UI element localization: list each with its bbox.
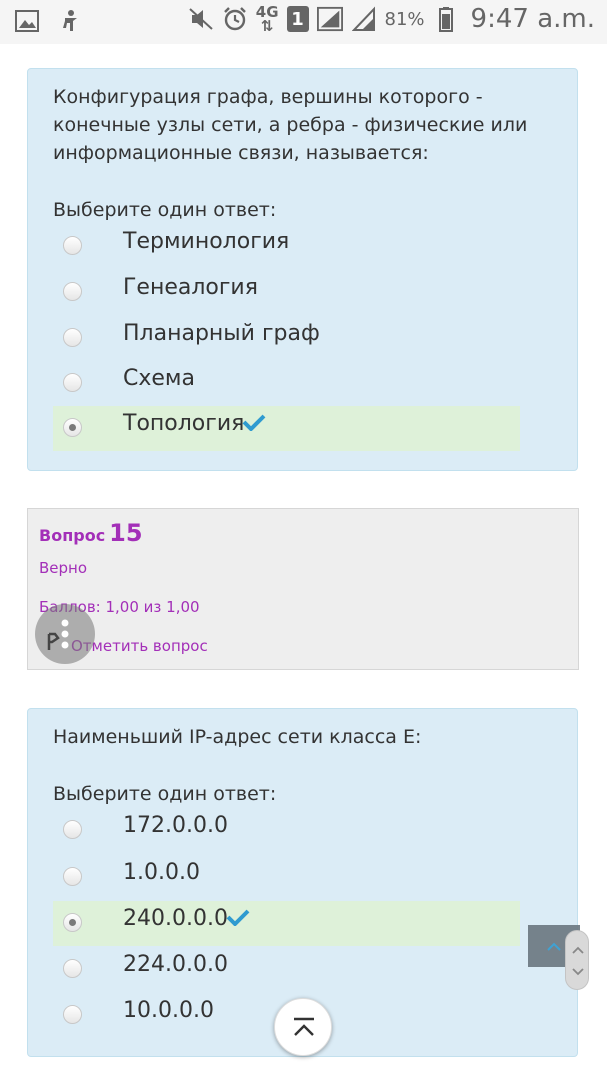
option-label: 240.0.0.0 [123, 906, 250, 932]
option-label: 172.0.0.0 [123, 813, 228, 838]
answer-prompt: Выберите один ответ: [53, 783, 277, 805]
floating-menu-button[interactable] [35, 604, 95, 664]
answer-option[interactable]: Схема [53, 361, 520, 406]
accessibility-icon [58, 8, 84, 34]
answer-option-selected[interactable]: 240.0.0.0 [53, 901, 520, 946]
sim-badge: 1 [286, 6, 309, 32]
answer-option[interactable]: 224.0.0.0 [53, 947, 520, 992]
answer-option[interactable]: 1.0.0.0 [53, 855, 520, 900]
battery-icon [433, 6, 459, 32]
image-icon [14, 8, 40, 34]
check-icon [226, 907, 250, 932]
question-info-q15: Вопрос 15 Верно Баллов: 1,00 из 1,00 Отме… [27, 508, 579, 670]
radio-button[interactable] [63, 959, 82, 978]
signal-icon [316, 6, 343, 32]
signal-icon-2 [351, 6, 377, 32]
network-type: 4G ⇅ [255, 3, 279, 35]
radio-button-checked[interactable] [63, 913, 82, 932]
answer-prompt: Выберите один ответ: [53, 199, 277, 221]
radio-button[interactable] [63, 328, 82, 347]
scroll-to-top-button[interactable] [274, 998, 332, 1056]
option-label: Схема [123, 366, 195, 391]
radio-button[interactable] [63, 1005, 82, 1024]
question-state: Верно [39, 559, 88, 577]
clock: 9:47 a.m. [470, 4, 595, 34]
more-vert-icon [47, 619, 69, 650]
option-label: Терминология [123, 229, 290, 254]
scrollbar-thumb[interactable] [565, 930, 589, 990]
question-text: Конфигурация графа, вершины которого - к… [53, 86, 528, 164]
radio-button[interactable] [63, 867, 82, 886]
question-number: Вопрос 15 [39, 519, 143, 547]
answer-option[interactable]: Генеалогия [53, 270, 520, 315]
option-label: 224.0.0.0 [123, 952, 228, 977]
answer-option[interactable]: Планарный граф [53, 316, 520, 361]
question-card-q14: Конфигурация графа, вершины которого - к… [27, 68, 578, 471]
radio-button[interactable] [63, 236, 82, 255]
option-label: Топология [123, 411, 266, 437]
mute-icon [188, 6, 214, 32]
option-label: 10.0.0.0 [123, 998, 214, 1023]
status-bar: 4G ⇅ 1 81% 9:47 a.m. [0, 0, 607, 44]
option-label: Планарный граф [123, 321, 320, 346]
scroll-arrows-icon [572, 946, 584, 976]
scroll-top-icon [294, 1017, 314, 1036]
battery-percent: 81% [384, 8, 425, 30]
radio-button[interactable] [63, 282, 82, 301]
option-label: 1.0.0.0 [123, 860, 200, 885]
radio-button-checked[interactable] [63, 418, 82, 437]
radio-button[interactable] [63, 373, 82, 392]
answer-option-selected[interactable]: Топология [53, 406, 520, 451]
answer-option[interactable]: 172.0.0.0 [53, 808, 520, 853]
alarm-icon [222, 6, 248, 32]
option-label: Генеалогия [123, 275, 258, 300]
check-icon [242, 412, 266, 437]
radio-button[interactable] [63, 820, 82, 839]
answer-option[interactable]: Терминология [53, 224, 520, 269]
question-text: Наименьший IP-адрес сети класса E: [53, 726, 422, 748]
